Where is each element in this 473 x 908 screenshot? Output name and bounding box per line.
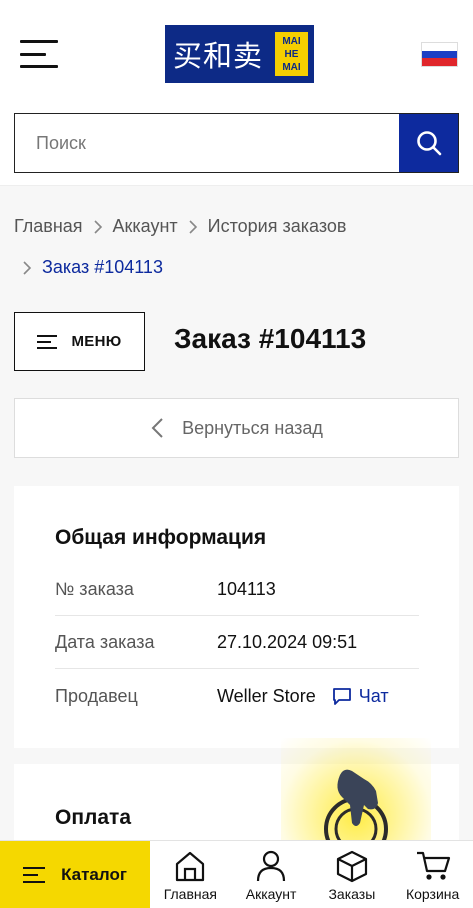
page-title: Заказ #104113 (174, 323, 367, 354)
menu-icon (37, 334, 58, 349)
bottom-navigation: Каталог Главная Аккаунт Заказы Корзина (0, 840, 473, 908)
burger-menu-icon[interactable] (20, 40, 58, 68)
general-info-card: Общая информация № заказа 104113 Дата за… (14, 486, 459, 748)
breadcrumb-item-account[interactable]: Аккаунт (113, 216, 178, 237)
info-label: № заказа (55, 579, 134, 599)
chat-label: Чат (358, 685, 389, 706)
catalog-button[interactable]: Каталог (0, 841, 150, 908)
breadcrumb-current: Заказ #104113 (42, 256, 163, 277)
info-value: 27.10.2024 09:51 (217, 632, 358, 652)
chevron-right-icon (178, 216, 208, 237)
nav-label: Главная (163, 886, 218, 902)
language-flag-icon[interactable] (421, 42, 458, 67)
nav-item-home[interactable]: Главная (150, 841, 231, 908)
nav-item-orders[interactable]: Заказы (312, 841, 393, 908)
nav-label: Аккаунт (245, 886, 297, 902)
search-button[interactable] (399, 114, 458, 172)
info-row-seller: Продавец Weller Store Чат (55, 670, 419, 722)
nav-label: Заказы (328, 886, 376, 902)
menu-button-label: МЕНЮ (71, 333, 122, 350)
chevron-left-icon (151, 418, 163, 438)
general-info-title: Общая информация (55, 526, 267, 549)
nav-item-cart[interactable]: Корзина (392, 841, 473, 908)
logo-chinese-text: 买和卖 (173, 39, 264, 73)
nav-label: Корзина (405, 886, 460, 902)
home-icon (176, 851, 205, 882)
site-logo[interactable]: 买和卖 MAI HE MAI (165, 25, 314, 83)
search-input[interactable] (15, 114, 400, 172)
menu-button[interactable]: МЕНЮ (14, 312, 145, 371)
breadcrumb: Главная Аккаунт История заказов Заказ #1… (14, 214, 464, 279)
info-label: Дата заказа (55, 632, 155, 652)
seller-name[interactable]: Weller Store (217, 686, 316, 707)
logo-badge: MAI HE MAI (275, 32, 308, 76)
info-label: Продавец (55, 685, 138, 706)
search-bar (14, 113, 459, 173)
chat-link[interactable]: Чат (332, 686, 389, 707)
back-button-label: Вернуться назад (182, 417, 323, 438)
header: 买和卖 MAI HE MAI (0, 0, 473, 186)
nav-item-account[interactable]: Аккаунт (231, 841, 312, 908)
user-icon (257, 850, 286, 882)
info-row-order-number: № заказа 104113 (55, 564, 419, 616)
catalog-menu-icon (23, 867, 46, 883)
chevron-right-icon (83, 216, 113, 237)
chat-icon (332, 688, 351, 705)
info-row-order-date: Дата заказа 27.10.2024 09:51 (55, 617, 419, 669)
chevron-right-icon (22, 257, 32, 278)
payment-title: Оплата (55, 806, 132, 829)
search-icon (416, 131, 441, 156)
cart-icon (416, 851, 450, 880)
breadcrumb-item-order-history[interactable]: История заказов (208, 216, 347, 237)
info-value: 104113 (217, 579, 276, 599)
catalog-label: Каталог (61, 865, 127, 884)
box-icon (336, 850, 367, 883)
breadcrumb-item-home[interactable]: Главная (14, 216, 83, 237)
back-button[interactable]: Вернуться назад (14, 398, 459, 458)
